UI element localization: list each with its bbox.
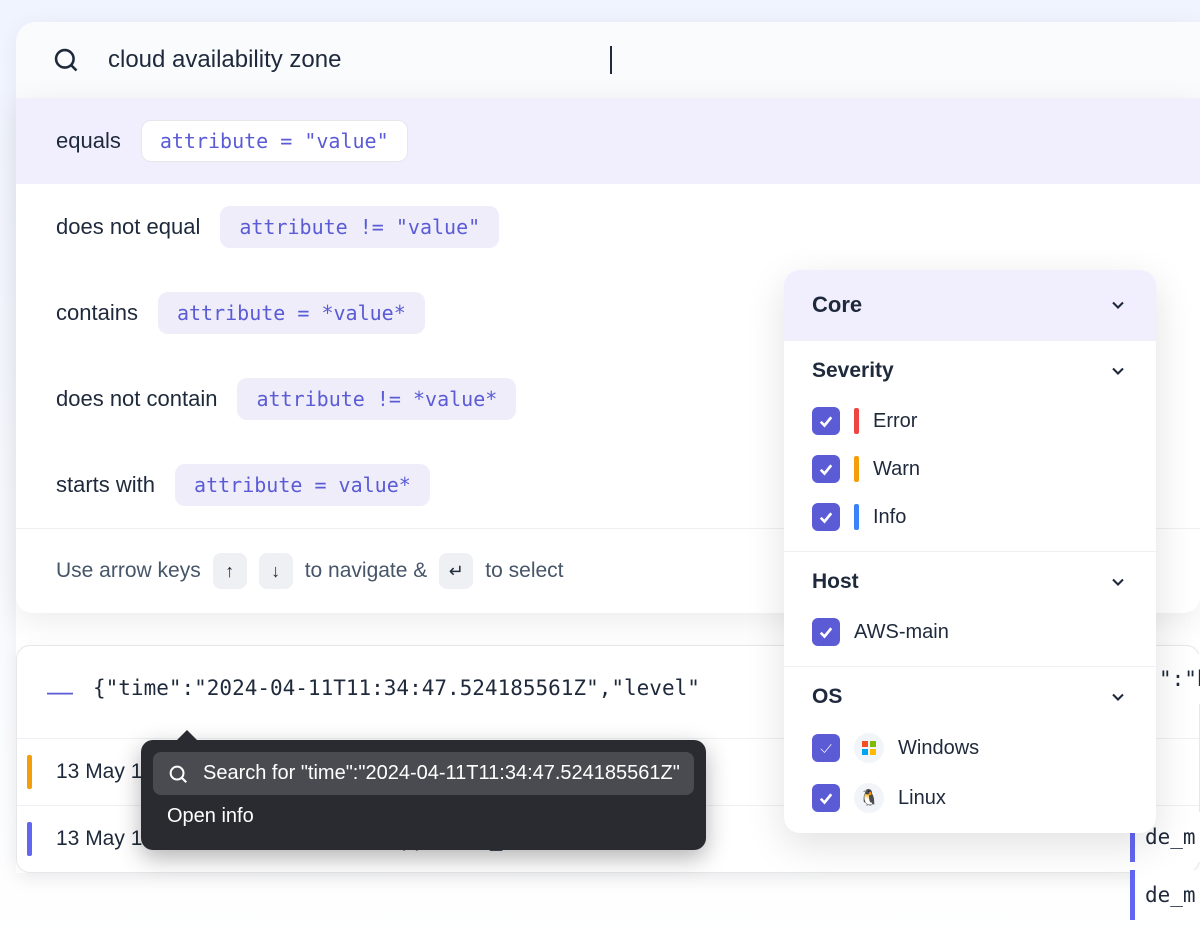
operator-label: equals xyxy=(56,128,121,154)
checkbox-checked[interactable] xyxy=(812,784,840,812)
severity-blue-icon xyxy=(854,504,859,530)
filter-label: Error xyxy=(873,410,917,433)
operator-equals[interactable]: equals attribute = "value" xyxy=(16,98,1200,184)
section-title: Host xyxy=(812,570,859,594)
checkbox-checked[interactable] xyxy=(812,455,840,483)
arrow-up-key: ↑ xyxy=(213,553,247,589)
chevron-down-icon xyxy=(1108,572,1128,592)
section-title: OS xyxy=(812,685,842,709)
collapse-icon[interactable]: — xyxy=(47,676,73,704)
filter-item-info[interactable]: Info xyxy=(812,493,1128,541)
filter-item-error[interactable]: Error xyxy=(812,397,1128,445)
filter-item-linux[interactable]: 🐧 Linux xyxy=(812,773,1128,823)
text-cursor xyxy=(610,46,612,74)
filter-label: Info xyxy=(873,506,906,529)
filter-label: Windows xyxy=(898,737,979,760)
bg-log-row: de_m xyxy=(1130,870,1200,920)
operator-label: does not contain xyxy=(56,386,217,412)
filter-severity-head[interactable]: Severity xyxy=(812,359,1128,383)
chevron-down-icon xyxy=(1108,687,1128,707)
search-bar[interactable] xyxy=(16,22,1200,98)
filter-label: Warn xyxy=(873,458,920,481)
checkbox-checked[interactable] xyxy=(812,503,840,531)
filter-os-head[interactable]: OS xyxy=(812,685,1128,709)
chevron-down-icon xyxy=(1108,361,1128,381)
filter-host-section: Host AWS-main xyxy=(784,551,1156,666)
operator-example: attribute = *value* xyxy=(158,292,425,334)
filter-os-section: OS Windows 🐧 Linux xyxy=(784,666,1156,833)
context-search[interactable]: Search for "time":"2024-04-11T11:34:47.5… xyxy=(153,752,694,795)
arrow-down-key: ↓ xyxy=(259,553,293,589)
severity-bar xyxy=(27,822,32,856)
filter-label: AWS-main xyxy=(854,621,949,644)
filter-core-header[interactable]: Core xyxy=(784,270,1156,340)
operator-not-equals[interactable]: does not equal attribute != "value" xyxy=(16,184,1200,270)
filter-title: Core xyxy=(812,292,862,318)
filter-item-windows[interactable]: Windows xyxy=(812,723,1128,773)
search-input[interactable] xyxy=(108,46,608,74)
search-icon xyxy=(52,46,80,74)
linux-icon: 🐧 xyxy=(854,783,884,813)
enter-key: ↵ xyxy=(439,553,473,589)
checkbox-checked[interactable] xyxy=(812,734,840,762)
context-search-label: Search for "time":"2024-04-11T11:34:47.5… xyxy=(203,762,680,785)
section-title: Severity xyxy=(812,359,894,383)
nav-hint-middle: to navigate & xyxy=(305,559,428,583)
severity-red-icon xyxy=(854,408,859,434)
filter-label: Linux xyxy=(898,787,946,810)
operator-example: attribute = "value" xyxy=(141,120,408,162)
log-json[interactable]: {"time":"2024-04-11T11:34:47.524185561Z"… xyxy=(93,676,700,700)
filter-item-aws[interactable]: AWS-main xyxy=(812,608,1128,656)
operator-label: does not equal xyxy=(56,214,200,240)
severity-bar xyxy=(27,755,32,789)
operator-label: contains xyxy=(56,300,138,326)
windows-icon xyxy=(854,733,884,763)
filter-item-warn[interactable]: Warn xyxy=(812,445,1128,493)
filter-panel: Core Severity Error Warn Info Host xyxy=(784,270,1156,833)
filter-severity-section: Severity Error Warn Info xyxy=(784,340,1156,551)
context-menu: Search for "time":"2024-04-11T11:34:47.5… xyxy=(141,740,706,850)
checkbox-checked[interactable] xyxy=(812,618,840,646)
filter-host-head[interactable]: Host xyxy=(812,570,1128,594)
search-icon xyxy=(167,763,189,785)
chevron-down-icon xyxy=(1108,295,1128,315)
severity-orange-icon xyxy=(854,456,859,482)
context-open-label: Open info xyxy=(167,805,254,828)
operator-example: attribute != "value" xyxy=(220,206,499,248)
nav-hint-suffix: to select xyxy=(485,559,563,583)
operator-label: starts with xyxy=(56,472,155,498)
nav-hint-prefix: Use arrow keys xyxy=(56,559,201,583)
operator-example: attribute = value* xyxy=(175,464,430,506)
checkbox-checked[interactable] xyxy=(812,407,840,435)
context-open-info[interactable]: Open info xyxy=(153,795,694,838)
operator-example: attribute != *value* xyxy=(237,378,516,420)
